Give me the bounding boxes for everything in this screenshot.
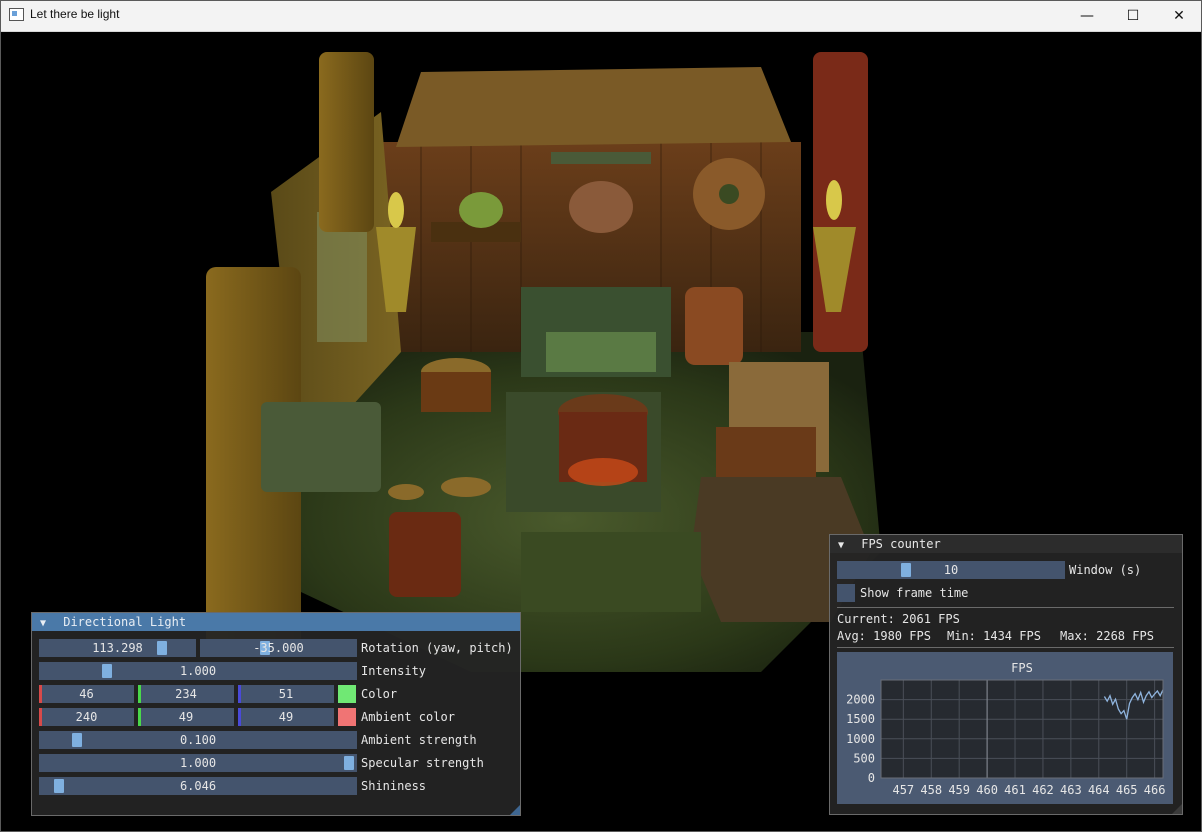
fps-counter-panel: ▼ FPS counter 10 Window (s) Show frame t…: [829, 534, 1183, 815]
y-tick-label: 1000: [846, 732, 875, 746]
specular-strength-value: 1.000: [179, 756, 217, 770]
directional-light-panel: ▼ Directional Light 113.298 -35.000 Rota…: [31, 612, 521, 816]
intensity-label: Intensity: [361, 664, 427, 678]
rotation-pitch-value: -35.000: [253, 641, 304, 655]
separator: [837, 647, 1174, 648]
window-seconds-slider[interactable]: 10: [837, 561, 1065, 579]
slider-grab[interactable]: [344, 756, 354, 770]
max-fps-text: Max: 2268 FPS: [1060, 629, 1154, 643]
rotation-yaw-slider[interactable]: 113.298: [39, 639, 196, 657]
collapse-triangle-icon[interactable]: ▼: [40, 615, 52, 633]
rotation-yaw-value: 113.298: [92, 641, 143, 655]
collapse-triangle-icon[interactable]: ▼: [838, 537, 850, 555]
intensity-slider[interactable]: 1.000: [39, 662, 357, 680]
ambient-b-drag[interactable]: 49: [238, 708, 334, 726]
red-channel-marker: [39, 685, 42, 703]
fps-counter-header[interactable]: ▼ FPS counter: [830, 535, 1182, 553]
ambient-color-label: Ambient color: [361, 710, 455, 724]
ambient-strength-label: Ambient strength: [361, 733, 477, 747]
app-icon: [9, 8, 24, 21]
maximize-button[interactable]: ☐: [1110, 0, 1156, 31]
plot-area: [881, 680, 1163, 778]
slider-grab[interactable]: [901, 563, 911, 577]
resize-grip[interactable]: [510, 805, 520, 815]
ambient-strength-slider[interactable]: 0.100: [39, 731, 357, 749]
x-tick-label: 465: [1116, 783, 1138, 797]
ambient-color-swatch[interactable]: [338, 708, 356, 726]
directional-light-header[interactable]: ▼ Directional Light: [32, 613, 520, 631]
ambient-g-value: 49: [178, 710, 194, 724]
current-fps-text: Current: 2061 FPS: [837, 612, 960, 626]
slider-grab[interactable]: [157, 641, 167, 655]
color-g-drag[interactable]: 234: [138, 685, 234, 703]
minimize-button[interactable]: —: [1064, 0, 1110, 31]
specular-strength-slider[interactable]: 1.000: [39, 754, 357, 772]
intensity-value: 1.000: [179, 664, 217, 678]
panel-title: Directional Light: [63, 615, 187, 629]
color-r-value: 46: [79, 687, 94, 701]
blue-channel-marker: [238, 708, 241, 726]
window-title: Let there be light: [30, 7, 120, 21]
ambient-strength-value: 0.100: [179, 733, 217, 747]
resize-grip[interactable]: [1172, 804, 1182, 814]
x-tick-label: 460: [976, 783, 998, 797]
color-b-value: 51: [278, 687, 294, 701]
avg-fps-text: Avg: 1980 FPS: [837, 629, 931, 643]
show-frame-time-label: Show frame time: [860, 586, 969, 600]
title-bar: Let there be light — ☐ ✕: [0, 0, 1202, 32]
maximize-icon: ☐: [1126, 7, 1140, 24]
y-tick-label: 2000: [846, 693, 875, 707]
plot-title: FPS: [1011, 661, 1033, 675]
shininess-label: Shininess: [361, 779, 427, 793]
minimize-icon: —: [1080, 7, 1094, 24]
green-channel-marker: [138, 708, 141, 726]
x-tick-label: 464: [1088, 783, 1110, 797]
shininess-value: 6.046: [179, 779, 217, 793]
x-tick-label: 457: [892, 783, 914, 797]
y-tick-label: 0: [868, 771, 875, 785]
min-fps-text: Min: 1434 FPS: [947, 629, 1041, 643]
red-channel-marker: [39, 708, 42, 726]
color-b-drag[interactable]: 51: [238, 685, 334, 703]
shininess-slider[interactable]: 6.046: [39, 777, 357, 795]
x-tick-label: 463: [1060, 783, 1082, 797]
x-tick-label: 462: [1032, 783, 1054, 797]
close-button[interactable]: ✕: [1156, 0, 1202, 31]
green-channel-marker: [138, 685, 141, 703]
window-seconds-value: 10: [943, 563, 959, 577]
ambient-r-drag[interactable]: 240: [39, 708, 134, 726]
blue-channel-marker: [238, 685, 241, 703]
window-seconds-label: Window (s): [1069, 563, 1142, 577]
panel-title: FPS counter: [861, 537, 941, 551]
specular-strength-label: Specular strength: [361, 756, 484, 770]
fps-plot[interactable]: FPS 457 458 459 460 461 462 463 464 465 466 2000 150…: [837, 652, 1173, 804]
color-label: Color: [361, 687, 398, 701]
rotation-label: Rotation (yaw, pitch): [361, 641, 513, 655]
show-frame-time-checkbox[interactable]: [837, 584, 855, 602]
color-r-drag[interactable]: 46: [39, 685, 134, 703]
y-tick-label: 500: [853, 751, 875, 765]
ambient-b-value: 49: [278, 710, 294, 724]
slider-grab[interactable]: [102, 664, 112, 678]
x-tick-label: 459: [948, 783, 970, 797]
fps-plot-svg: FPS 457 458 459 460 461 462 463 464 465 466 2000 150…: [846, 661, 1166, 797]
close-icon: ✕: [1173, 7, 1185, 24]
x-tick-label: 458: [920, 783, 942, 797]
x-tick-label: 466: [1144, 783, 1166, 797]
x-tick-label: 461: [1004, 783, 1026, 797]
slider-grab[interactable]: [54, 779, 64, 793]
color-g-value: 234: [175, 687, 197, 701]
y-tick-label: 1500: [846, 712, 875, 726]
color-swatch[interactable]: [338, 685, 356, 703]
rotation-pitch-slider[interactable]: -35.000: [200, 639, 357, 657]
separator: [837, 607, 1174, 608]
slider-grab[interactable]: [72, 733, 82, 747]
ambient-r-value: 240: [75, 710, 98, 724]
ambient-g-drag[interactable]: 49: [138, 708, 234, 726]
